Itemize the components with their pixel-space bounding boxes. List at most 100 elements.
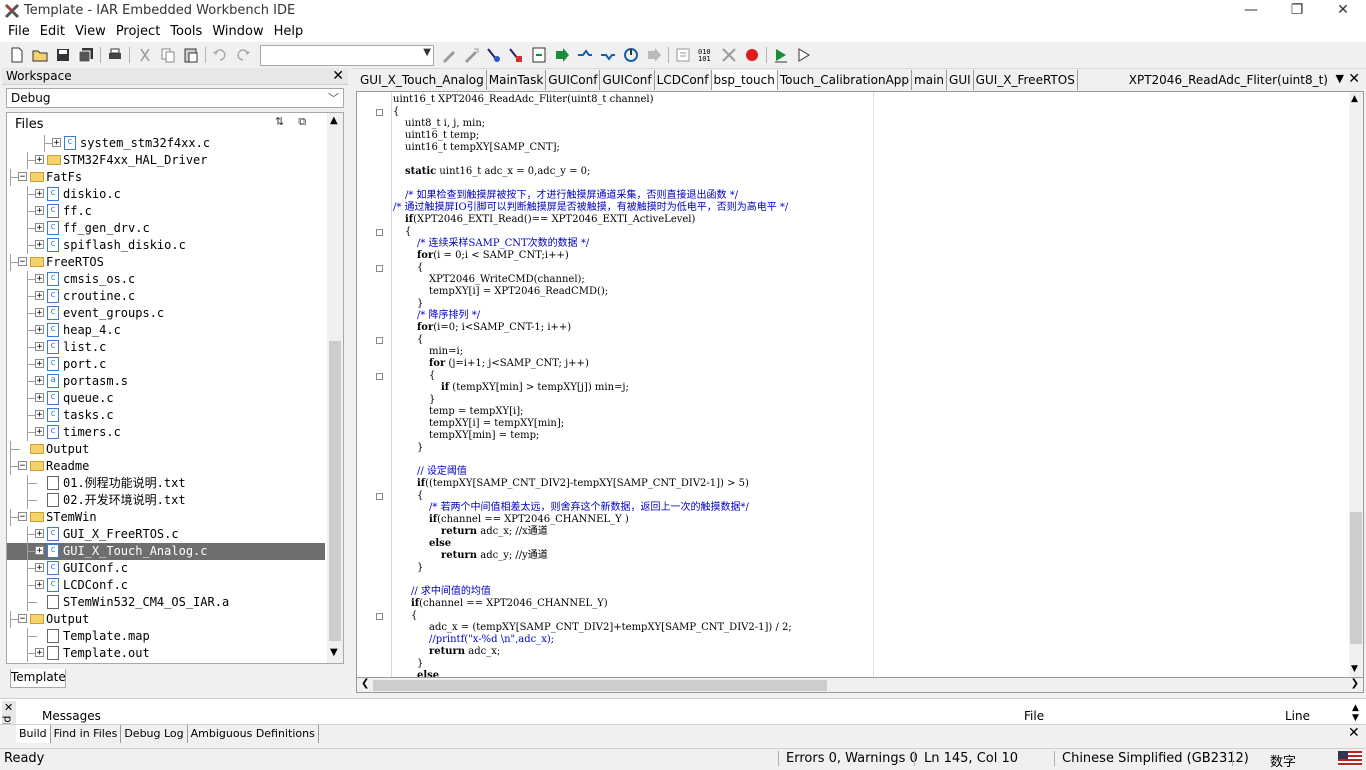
tree-item[interactable]: 02.开发环境说明.txt <box>7 492 325 509</box>
editor-tab[interactable]: GUIConf <box>546 70 601 90</box>
collapse-icon[interactable]: − <box>18 257 27 267</box>
tree-item[interactable]: + c heap_4.c <box>7 322 325 339</box>
editor-tab[interactable]: LCDConf <box>655 70 712 90</box>
download-and-debug-icon[interactable] <box>772 46 790 64</box>
expand-icon[interactable]: + <box>35 563 44 573</box>
messages-close-icon[interactable]: ✕ <box>4 701 13 714</box>
fold-marker-icon[interactable] <box>376 493 383 500</box>
expand-icon[interactable]: + <box>35 240 44 250</box>
find-in-files-icon[interactable] <box>484 46 502 64</box>
editor-vertical-scrollbar[interactable]: ▲ ▼ <box>1349 92 1363 677</box>
scrollbar-thumb[interactable] <box>373 680 827 691</box>
expand-icon[interactable]: + <box>35 529 44 539</box>
tree-item[interactable]: + c event_groups.c <box>7 305 325 322</box>
tree-item[interactable]: + c GUI_X_FreeRTOS.c <box>7 526 325 543</box>
fold-marker-icon[interactable] <box>376 613 383 620</box>
collapse-icon[interactable]: − <box>18 614 27 624</box>
expand-icon[interactable]: + <box>35 376 44 386</box>
tree-item[interactable]: − FreeRTOS <box>7 254 325 271</box>
navigate-forward-icon[interactable] <box>553 46 571 64</box>
scroll-down-icon[interactable]: ▼ <box>1352 713 1359 723</box>
menu-project[interactable]: Project <box>111 22 165 42</box>
tree-item[interactable]: + c system_stm32f4xx.c <box>7 135 325 152</box>
scroll-left-icon[interactable]: ❮ <box>361 678 369 689</box>
editor-tab[interactable]: Touch_CalibrationApp <box>778 70 913 90</box>
expand-icon[interactable]: + <box>35 359 44 369</box>
tree-item[interactable]: + c LCDConf.c <box>7 577 325 594</box>
editor-tab[interactable]: GUI_X_Touch_Analog <box>358 70 487 90</box>
expand-icon[interactable]: + <box>52 138 61 148</box>
find-previous-icon[interactable] <box>506 46 524 64</box>
expand-icon[interactable]: + <box>35 648 44 658</box>
expand-icon[interactable]: + <box>35 325 44 335</box>
print-icon[interactable] <box>106 46 124 64</box>
tree-item[interactable]: + c GUI_X_Touch_Analog.c <box>7 543 325 560</box>
menu-edit[interactable]: Edit <box>35 22 70 42</box>
collapse-icon[interactable]: − <box>18 461 27 471</box>
tree-item[interactable]: + c port.c <box>7 356 325 373</box>
tree-options-icons[interactable]: ⇅ ⧉ <box>275 115 306 129</box>
menu-help[interactable]: Help <box>269 22 309 42</box>
tree-item[interactable]: + c croutine.c <box>7 288 325 305</box>
code-area[interactable]: uint16_t XPT2046_ReadAdc_Fliter(uint8_t … <box>393 94 1343 677</box>
tree-item[interactable]: − FatFs <box>7 169 325 186</box>
save-icon[interactable] <box>54 46 72 64</box>
next-statement-icon[interactable] <box>645 46 663 64</box>
expand-icon[interactable]: + <box>35 546 44 556</box>
chevron-down-icon[interactable]: ﹀ <box>328 90 339 108</box>
undo-icon[interactable] <box>211 46 229 64</box>
tree-scrollbar[interactable]: ▲ ▼ <box>327 113 343 663</box>
new-file-icon[interactable] <box>8 46 26 64</box>
editor-horizontal-scrollbar[interactable]: ❮ ❯ <box>356 677 1364 693</box>
goto-line-icon[interactable] <box>530 46 548 64</box>
editor-tab[interactable]: GUI_X_FreeRTOS <box>974 70 1078 90</box>
code-editor[interactable]: uint16_t XPT2046_ReadAdc_Fliter(uint8_t … <box>356 91 1364 678</box>
tree-item[interactable]: − Output <box>7 611 325 628</box>
editor-tab[interactable]: MainTask <box>487 70 547 90</box>
tree-item[interactable]: + c cmsis_os.c <box>7 271 325 288</box>
tree-item[interactable]: + a portasm.s <box>7 373 325 390</box>
tree-item[interactable]: Template.map <box>7 628 325 645</box>
fold-marker-icon[interactable] <box>376 265 383 272</box>
fold-marker-icon[interactable] <box>376 229 383 236</box>
messages-tab[interactable]: Ambiguous Definitions <box>188 725 319 743</box>
close-messages-icon[interactable]: ✕ <box>1348 725 1360 741</box>
menu-view[interactable]: View <box>70 22 111 42</box>
scroll-right-icon[interactable]: ❯ <box>1351 678 1359 689</box>
collapse-icon[interactable]: − <box>18 512 27 522</box>
menu-tools[interactable]: Tools <box>165 22 207 42</box>
tree-item[interactable]: + c ff_gen_drv.c <box>7 220 325 237</box>
tree-item[interactable]: + c list.c <box>7 339 325 356</box>
scroll-up-icon[interactable]: ▲ <box>1351 94 1358 104</box>
messages-tab[interactable]: Find in Files <box>51 725 122 743</box>
editor-tab[interactable]: bsp_touch <box>711 70 778 90</box>
expand-icon[interactable]: + <box>35 291 44 301</box>
save-all-icon[interactable] <box>77 46 95 64</box>
function-navigator[interactable]: XPT2046_ReadAdc_Fliter(uint8_t) <box>1129 70 1328 90</box>
tree-item[interactable]: STemWin532_CM4_OS_IAR.a <box>7 594 325 611</box>
messages-tab[interactable]: Build <box>16 725 51 743</box>
restore-button[interactable]: ❐ <box>1274 0 1320 22</box>
scroll-down-icon[interactable]: ▼ <box>1351 664 1358 674</box>
tree-item[interactable]: + c diskio.c <box>7 186 325 203</box>
minimize-button[interactable]: — <box>1228 0 1274 22</box>
expand-icon[interactable]: + <box>35 274 44 284</box>
menu-window[interactable]: Window <box>207 22 268 42</box>
tree-item[interactable]: + c queue.c <box>7 390 325 407</box>
tree-item[interactable]: + c tasks.c <box>7 407 325 424</box>
step-out-icon[interactable] <box>622 46 640 64</box>
tree-item[interactable]: 01.例程功能说明.txt <box>7 475 325 492</box>
expand-icon[interactable]: + <box>35 206 44 216</box>
chevron-down-icon[interactable]: ▼ <box>1336 72 1344 85</box>
editor-tab[interactable]: main <box>912 70 948 90</box>
scrollbar-thumb[interactable] <box>329 341 341 641</box>
find-combo[interactable]: ▼ <box>260 45 434 66</box>
file-column-header[interactable]: File <box>1024 709 1044 723</box>
messages-column-header[interactable]: Messages <box>42 709 101 723</box>
debug-without-download-icon[interactable] <box>795 46 813 64</box>
tree-item[interactable]: + Template.out <box>7 645 325 662</box>
tree-item[interactable]: + c ff.c <box>7 203 325 220</box>
expand-icon[interactable]: + <box>35 427 44 437</box>
tree-item[interactable]: + STM32F4xx_HAL_Driver <box>7 152 325 169</box>
compile-icon[interactable] <box>674 46 692 64</box>
